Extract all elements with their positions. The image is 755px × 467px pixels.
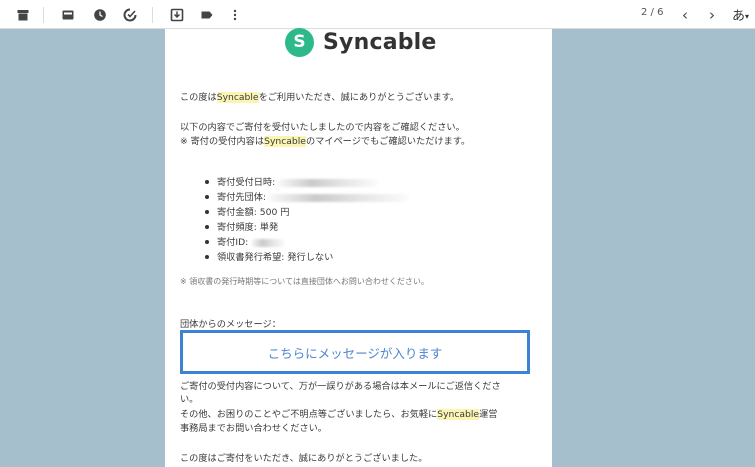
redacted-value — [251, 238, 286, 247]
more-vert-icon[interactable] — [225, 5, 245, 25]
intro-line: 以下の内容でご寄付を受付いたしましたので内容をご確認ください。 — [180, 122, 465, 133]
greeting: この度はSyncableをご利用いただき、誠にありがとうございます。 — [180, 92, 460, 103]
download-icon[interactable] — [167, 5, 187, 25]
syncable-logo-text: Syncable — [323, 29, 437, 55]
detail-item: 寄付頻度: 単発 — [205, 220, 409, 235]
correction-note-cont: い。 — [180, 394, 199, 405]
toolbar-divider — [152, 7, 153, 23]
detail-item: 寄付ID: — [205, 235, 409, 250]
next-button[interactable]: › — [702, 5, 722, 25]
toolbar-divider — [43, 7, 44, 23]
detail-item: 領収書発行希望: 発行しない — [205, 250, 409, 265]
org-message-box: こちらにメッセージが入ります — [180, 330, 530, 374]
mail-icon[interactable] — [58, 5, 78, 25]
label-icon[interactable] — [197, 5, 217, 25]
detail-item: 寄付金額: 500 円 — [205, 205, 409, 220]
intro-note: ※ 寄付の受付内容はSyncableのマイページでもご確認いただけます。 — [180, 136, 471, 147]
detail-item: 寄付先団体: — [205, 190, 410, 205]
clock-icon[interactable] — [90, 5, 110, 25]
contact-note-cont: 事務局までお問い合わせください。 — [180, 423, 327, 434]
correction-note: ご寄付の受付内容について、万が一誤りがある場合は本メールにご返信くださ — [180, 381, 501, 392]
prev-button[interactable]: ‹ — [675, 5, 695, 25]
check-clock-icon[interactable] — [120, 5, 140, 25]
closing-line: この度はご寄付をいただき、誠にありがとうございました。 — [180, 453, 428, 464]
syncable-logo-icon: S — [285, 27, 314, 57]
redacted-value — [278, 178, 379, 187]
archive-icon[interactable] — [13, 5, 33, 25]
chevron-down-icon: ▾ — [745, 12, 750, 21]
receipt-note: ※ 領収書の発行時期等については直接団体へお問い合わせください。 — [180, 277, 429, 286]
input-language-button[interactable]: あ▾ — [732, 5, 749, 24]
detail-item: 寄付受付日時: — [205, 175, 409, 190]
input-language-label: あ — [732, 9, 746, 24]
donation-details: 寄付受付日時: 寄付先団体: 寄付金額: 500 円 寄付頻度: 単発 寄付ID… — [205, 175, 410, 265]
contact-note: その他、お困りのことやご不明点等ございましたら、お気軽にSyncable運営 — [180, 409, 498, 420]
pager-count: 2 / 6 — [641, 7, 664, 18]
syncable-logo: S Syncable — [285, 25, 437, 59]
email-body: S Syncable この度はSyncableをご利用いただき、誠にありがとうご… — [165, 27, 552, 467]
redacted-value — [269, 193, 410, 202]
